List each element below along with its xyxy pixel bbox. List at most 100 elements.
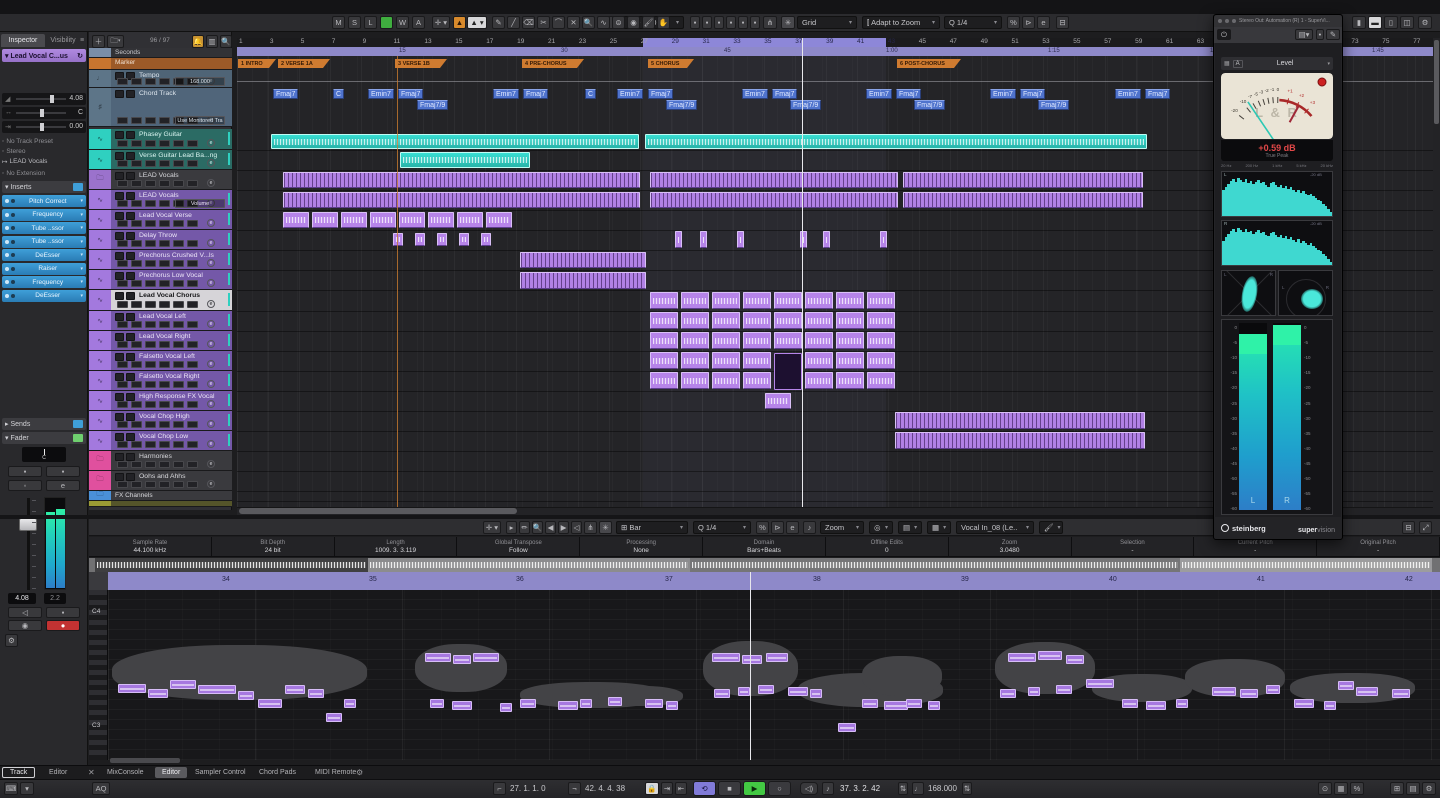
track-solo-button[interactable] (126, 393, 135, 401)
audio-clip[interactable] (283, 192, 640, 208)
audio-clip[interactable] (895, 412, 1145, 429)
nudge-button-3[interactable]: ▪ (726, 16, 736, 29)
track-solo-button[interactable] (126, 313, 135, 321)
track-control-button[interactable] (159, 321, 170, 328)
volume-slider[interactable] (16, 98, 66, 100)
audio-clip[interactable] (700, 231, 707, 248)
insert-on-icon[interactable] (5, 213, 9, 217)
audio-clip[interactable] (459, 233, 469, 246)
track-row[interactable]: ∿Verse Guitar Lead Ba...nge (89, 150, 232, 170)
track-control-button[interactable] (117, 200, 128, 207)
insert-dropdown-icon[interactable]: ▾ (80, 266, 83, 272)
track-row[interactable]: ∿Falsetto Vocal Lefte (89, 351, 232, 371)
erase-tool-icon[interactable]: ⌫ (522, 16, 535, 29)
track-control-button[interactable] (145, 180, 156, 187)
track-solo-button[interactable] (126, 333, 135, 341)
track-value-field[interactable]: Use Monitored Tra (175, 116, 225, 125)
track-mute-button[interactable] (115, 131, 124, 139)
track-control-button[interactable] (117, 260, 128, 267)
editor-snap-type-icon[interactable]: ✳ (599, 521, 612, 534)
audio-clip[interactable] (903, 172, 1143, 188)
variaudio-segment[interactable] (1122, 699, 1138, 708)
editor-tool-4[interactable]: ▶ (558, 521, 569, 534)
track-row[interactable]: Seconds (89, 48, 232, 58)
track-edit-icon[interactable]: e (207, 179, 215, 187)
track-control-button[interactable] (131, 260, 142, 267)
variaudio-segment[interactable] (1356, 687, 1378, 696)
track-control-button[interactable] (187, 421, 198, 428)
transport-position-value[interactable]: 37. 3. 2. 42 (840, 784, 880, 793)
insert-name[interactable]: Tube ..ssor (17, 238, 78, 245)
track-solo-button[interactable] (126, 272, 135, 280)
track-name[interactable]: Verse Guitar Lead Ba...ng (139, 152, 229, 159)
insert-bypass-icon[interactable] (11, 226, 15, 230)
audio-clip[interactable] (400, 152, 530, 168)
track-control-button[interactable] (159, 260, 170, 267)
track-edit-icon[interactable]: e (207, 420, 215, 428)
plugin-preset-box[interactable]: ▤▾ (1295, 29, 1313, 40)
left-locator-value[interactable]: 27. 1. 1. 0 (510, 784, 546, 793)
track-control-button[interactable] (187, 140, 198, 147)
audio-clip[interactable] (836, 352, 864, 369)
inspector-menu-icon[interactable]: ≡ (80, 34, 88, 47)
track-control-button[interactable] (145, 240, 156, 247)
track-row[interactable]: ∿Lead Vocal Versee (89, 210, 232, 230)
nudge-button-5[interactable]: ▪ (750, 16, 760, 29)
transport-midi-in-icon[interactable]: ▦ (1334, 782, 1348, 795)
state-button-L[interactable]: L (364, 16, 377, 29)
track-control-button[interactable] (173, 481, 184, 488)
track-mute-button[interactable] (115, 192, 124, 200)
audio-clip[interactable] (681, 312, 709, 329)
insert-dropdown-icon[interactable]: ▾ (80, 252, 83, 258)
track-edit-icon[interactable]: e (207, 320, 215, 328)
track-control-button[interactable] (131, 401, 142, 408)
audio-clip[interactable] (415, 233, 425, 246)
editor-part-dropdown[interactable]: ▦▾ (927, 521, 951, 534)
track-control-button[interactable] (187, 240, 198, 247)
track-edit-icon[interactable]: e (207, 480, 215, 488)
audio-clip[interactable] (737, 231, 744, 248)
editor-snap-icon[interactable]: ⋔ (584, 521, 597, 534)
variaudio-segment[interactable] (1212, 687, 1236, 696)
variaudio-segment[interactable] (326, 713, 342, 722)
fader-listen-button[interactable]: ◦ (8, 480, 42, 491)
variaudio-segment[interactable] (608, 697, 622, 706)
track-control-button[interactable] (173, 421, 184, 428)
fader-solo-button[interactable]: ▪ (46, 466, 80, 477)
track-row[interactable]: ∿Lead Vocal Lefte (89, 311, 232, 331)
module-slot-key[interactable]: A (1233, 60, 1243, 68)
audio-clip[interactable] (650, 352, 678, 369)
info-field-domain[interactable]: DomainBars+Beats (703, 537, 826, 556)
audio-clip[interactable] (712, 372, 740, 389)
track-control-button[interactable] (145, 461, 156, 468)
track-control-button[interactable] (159, 240, 170, 247)
variaudio-segment[interactable] (666, 701, 678, 710)
audio-clip[interactable] (520, 252, 646, 268)
audio-clip[interactable] (370, 212, 396, 228)
track-name[interactable]: Marker (115, 59, 135, 66)
editor-tool-5[interactable]: ◁ (571, 521, 582, 534)
cycle-button[interactable]: ⟲ (693, 781, 716, 796)
delay-value[interactable]: 0.00 (69, 123, 83, 130)
track-name[interactable]: Vocal Chop High (139, 413, 229, 420)
insert-bypass-icon[interactable] (11, 253, 15, 257)
chord-event[interactable]: Emin7 (866, 89, 892, 99)
audio-clip[interactable] (743, 372, 771, 389)
track-control-button[interactable] (187, 361, 198, 368)
track-control-button[interactable] (187, 220, 198, 227)
audio-clip[interactable] (650, 172, 898, 188)
track-control-button[interactable] (117, 220, 128, 227)
audio-clip[interactable] (867, 372, 895, 389)
right-locator-icon[interactable]: ¬ (568, 782, 581, 795)
track-control-button[interactable] (117, 341, 128, 348)
audio-clip[interactable] (271, 134, 639, 149)
track-row[interactable]: ♩Tempoe168.000 (89, 70, 232, 88)
audio-clip[interactable] (774, 353, 802, 390)
add-track-button[interactable]: ＋ (92, 35, 105, 48)
color-tool-icon[interactable]: ◉ (627, 16, 640, 29)
piano-keys-column[interactable] (89, 590, 108, 760)
insert-on-icon[interactable] (5, 253, 9, 257)
audio-clip[interactable] (836, 312, 864, 329)
snap-type-icon[interactable]: ✳ (781, 16, 795, 29)
record-button[interactable]: ○ (768, 781, 791, 796)
